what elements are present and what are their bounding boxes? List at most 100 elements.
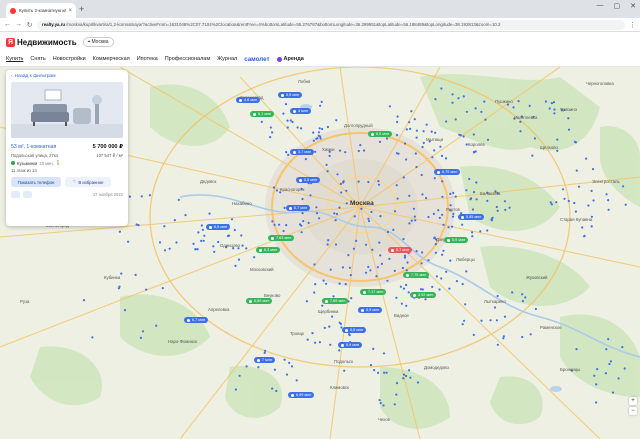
listing-dot[interactable] [322, 279, 325, 282]
listing-dot[interactable] [431, 285, 434, 288]
listing-dot[interactable] [388, 105, 391, 108]
listing-dot[interactable] [607, 199, 610, 202]
listing-dot[interactable] [495, 205, 498, 209]
listing-dot[interactable] [128, 195, 131, 198]
listing-dot[interactable] [335, 212, 339, 216]
listing-dot[interactable] [272, 186, 276, 189]
price-badge[interactable]: 6,5 млн [368, 131, 393, 137]
listing-dot[interactable] [427, 215, 430, 219]
listing-dot[interactable] [440, 154, 444, 157]
listing-dot[interactable] [595, 401, 598, 404]
listing-dot[interactable] [415, 165, 418, 169]
listing-dot[interactable] [282, 112, 285, 115]
listing-dot[interactable] [370, 210, 373, 214]
listing-dot[interactable] [379, 254, 382, 257]
listing-dot[interactable] [442, 223, 445, 226]
price-badge[interactable]: 4 млн [290, 108, 312, 114]
listing-dot[interactable] [158, 241, 162, 244]
listing-dot[interactable] [300, 224, 303, 227]
listing-dot[interactable] [269, 136, 272, 139]
listing-dot[interactable] [163, 225, 166, 228]
listing-dot[interactable] [383, 371, 386, 374]
listing-dot[interactable] [353, 215, 356, 218]
listing-dot[interactable] [338, 282, 341, 285]
listing-dot[interactable] [306, 338, 309, 341]
listing-dot[interactable] [472, 191, 476, 194]
listing-dot[interactable] [314, 150, 317, 153]
listing-dot[interactable] [413, 118, 416, 121]
listing-dot[interactable] [577, 185, 581, 188]
listing-dot[interactable] [416, 381, 420, 384]
listing-dot[interactable] [475, 181, 478, 184]
listing-dot[interactable] [184, 214, 187, 217]
listing-dot[interactable] [567, 199, 570, 203]
listing-dot[interactable] [451, 101, 454, 104]
listing-dot[interactable] [605, 348, 608, 351]
listing-dot[interactable] [473, 150, 476, 153]
listing-dot[interactable] [343, 369, 346, 372]
listing-dot[interactable] [314, 283, 317, 286]
listing-dot[interactable] [371, 248, 374, 251]
listing-dot[interactable] [425, 123, 428, 126]
arenda-link[interactable]: Аренда [276, 56, 304, 62]
price-badge[interactable]: 6,1 млн [250, 111, 275, 117]
listing-dot[interactable] [403, 254, 407, 257]
listing-dot[interactable] [213, 250, 216, 253]
listing-dot[interactable] [533, 137, 537, 140]
price-badge[interactable]: 7,75 млн [403, 272, 430, 278]
listing-dot[interactable] [562, 188, 565, 191]
listing-dot[interactable] [524, 296, 527, 299]
listing-dot[interactable] [318, 341, 321, 344]
add-to-favorites-button[interactable]: ♡ В избранное [65, 177, 111, 187]
listing-dot[interactable] [483, 100, 486, 103]
listing-dot[interactable] [208, 212, 211, 215]
listing-dot[interactable] [621, 346, 624, 349]
listing-dot[interactable] [363, 149, 366, 152]
listing-dot[interactable] [405, 128, 408, 131]
listing-dot[interactable] [301, 212, 304, 215]
listing-dot[interactable] [521, 293, 524, 296]
listing-dot[interactable] [415, 136, 418, 139]
nav-item-mortgage[interactable]: Ипотека [137, 56, 158, 62]
listing-dot[interactable] [140, 195, 143, 198]
listing-dot[interactable] [405, 283, 408, 287]
listing-dot[interactable] [278, 223, 281, 226]
listing-dot[interactable] [173, 219, 176, 222]
price-badge[interactable]: 6,3 млн [256, 247, 281, 253]
listing-dot[interactable] [257, 366, 260, 369]
listing-dot[interactable] [605, 193, 608, 196]
listing-dot[interactable] [367, 219, 371, 223]
listing-dot[interactable] [291, 120, 294, 124]
listing-dot[interactable] [194, 248, 197, 251]
listing-dot[interactable] [441, 213, 444, 216]
listing-dot[interactable] [486, 138, 490, 141]
listing-dot[interactable] [434, 98, 437, 101]
listing-dot[interactable] [155, 324, 158, 327]
listing-dot[interactable] [611, 391, 615, 394]
price-badge[interactable]: 6,75 млн [434, 169, 461, 175]
url-field[interactable]: realty.ya.ru /moskva/kupit/kvartira/1,2-… [37, 19, 625, 30]
listing-dot[interactable] [269, 126, 272, 129]
listing-dot[interactable] [455, 280, 458, 283]
listing-dot[interactable] [352, 247, 355, 250]
listing-dot[interactable] [573, 201, 576, 205]
listing-dot[interactable] [350, 297, 353, 300]
listing-dot[interactable] [253, 256, 256, 259]
listing-dot[interactable] [342, 180, 345, 183]
listing-dot[interactable] [217, 240, 220, 244]
listing-dot[interactable] [288, 361, 291, 364]
listing-dot[interactable] [410, 219, 413, 222]
nav-item-commercial[interactable]: Коммерческая [93, 56, 130, 62]
back-to-filters-link[interactable]: ‹ Назад к фильтрам [11, 74, 123, 79]
listing-dot[interactable] [315, 212, 319, 215]
listing-dot[interactable] [458, 133, 461, 136]
listing-dot[interactable] [264, 349, 267, 352]
listing-dot[interactable] [377, 371, 380, 374]
listing-dot[interactable] [438, 288, 441, 291]
listing-dot[interactable] [622, 185, 625, 188]
listing-dot[interactable] [334, 219, 337, 222]
listing-dot[interactable] [433, 177, 436, 180]
listing-dot[interactable] [197, 231, 200, 234]
listing-dot[interactable] [438, 216, 441, 219]
listing-dot[interactable] [448, 287, 451, 290]
